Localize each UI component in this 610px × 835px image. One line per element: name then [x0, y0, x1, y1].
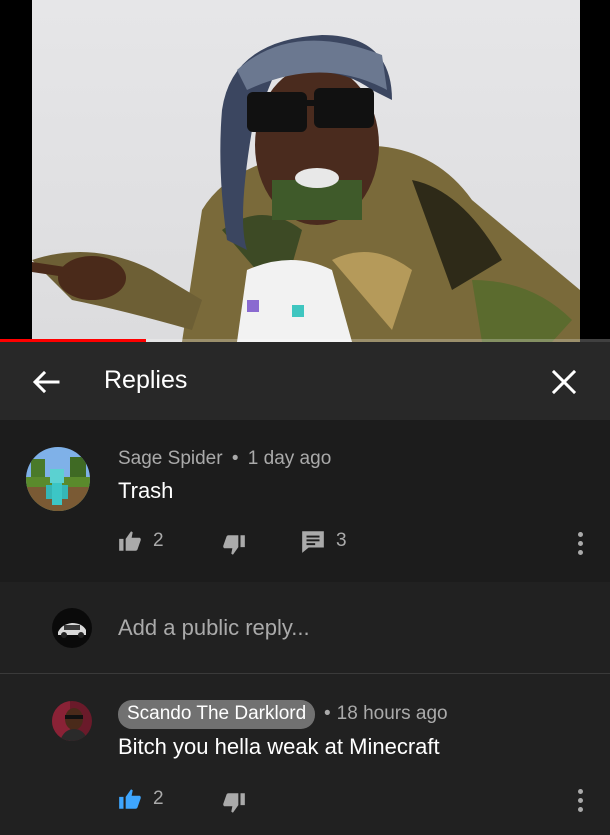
- thumbs-down-icon: [223, 793, 245, 813]
- current-user-avatar: [52, 608, 92, 648]
- header-title: Replies: [104, 366, 188, 394]
- comment-meta: Sage Spider • 1 day ago: [118, 448, 331, 470]
- comment-time: 1 day ago: [247, 448, 332, 469]
- comment-icon: [302, 531, 324, 553]
- video-frame[interactable]: [32, 0, 580, 342]
- avatar[interactable]: [26, 447, 90, 511]
- avatar[interactable]: [52, 701, 92, 741]
- like-button[interactable]: 2: [117, 786, 164, 812]
- like-button[interactable]: 2: [117, 528, 164, 554]
- more-options-icon[interactable]: [574, 532, 586, 558]
- like-count: 2: [153, 530, 164, 551]
- reply-comment: Scando The Darklord • 18 hours ago Bitch …: [0, 675, 610, 835]
- video-thumbnail-figure: [32, 35, 580, 342]
- parent-comment: Sage Spider • 1 day ago Trash 2 3: [0, 420, 610, 582]
- reply-count-button[interactable]: 3: [300, 528, 347, 554]
- thumbs-up-icon: [119, 531, 141, 551]
- comment-author[interactable]: Sage Spider: [118, 448, 223, 469]
- comment-text: Trash: [118, 478, 174, 503]
- meta-separator: •: [324, 703, 331, 724]
- close-icon[interactable]: [544, 362, 584, 402]
- dislike-button[interactable]: [221, 532, 247, 558]
- thumbs-up-icon: [119, 789, 141, 809]
- more-options-icon[interactable]: [574, 789, 586, 815]
- thumbs-down-icon: [223, 535, 245, 555]
- reply-author[interactable]: Scando The Darklord: [118, 700, 316, 729]
- replies-header: Replies: [0, 342, 610, 420]
- meta-separator: •: [231, 448, 239, 469]
- reply-input[interactable]: Add a public reply...: [118, 615, 310, 641]
- back-arrow-icon[interactable]: [26, 362, 66, 402]
- add-reply-row[interactable]: Add a public reply...: [0, 582, 610, 674]
- reply-time: 18 hours ago: [336, 703, 448, 724]
- video-player[interactable]: [0, 0, 610, 342]
- reply-count: 3: [336, 530, 347, 551]
- like-count: 2: [153, 788, 164, 809]
- dislike-button[interactable]: [221, 790, 247, 816]
- reply-text: Bitch you hella weak at Minecraft: [118, 734, 440, 759]
- reply-meta: • 18 hours ago: [324, 703, 448, 725]
